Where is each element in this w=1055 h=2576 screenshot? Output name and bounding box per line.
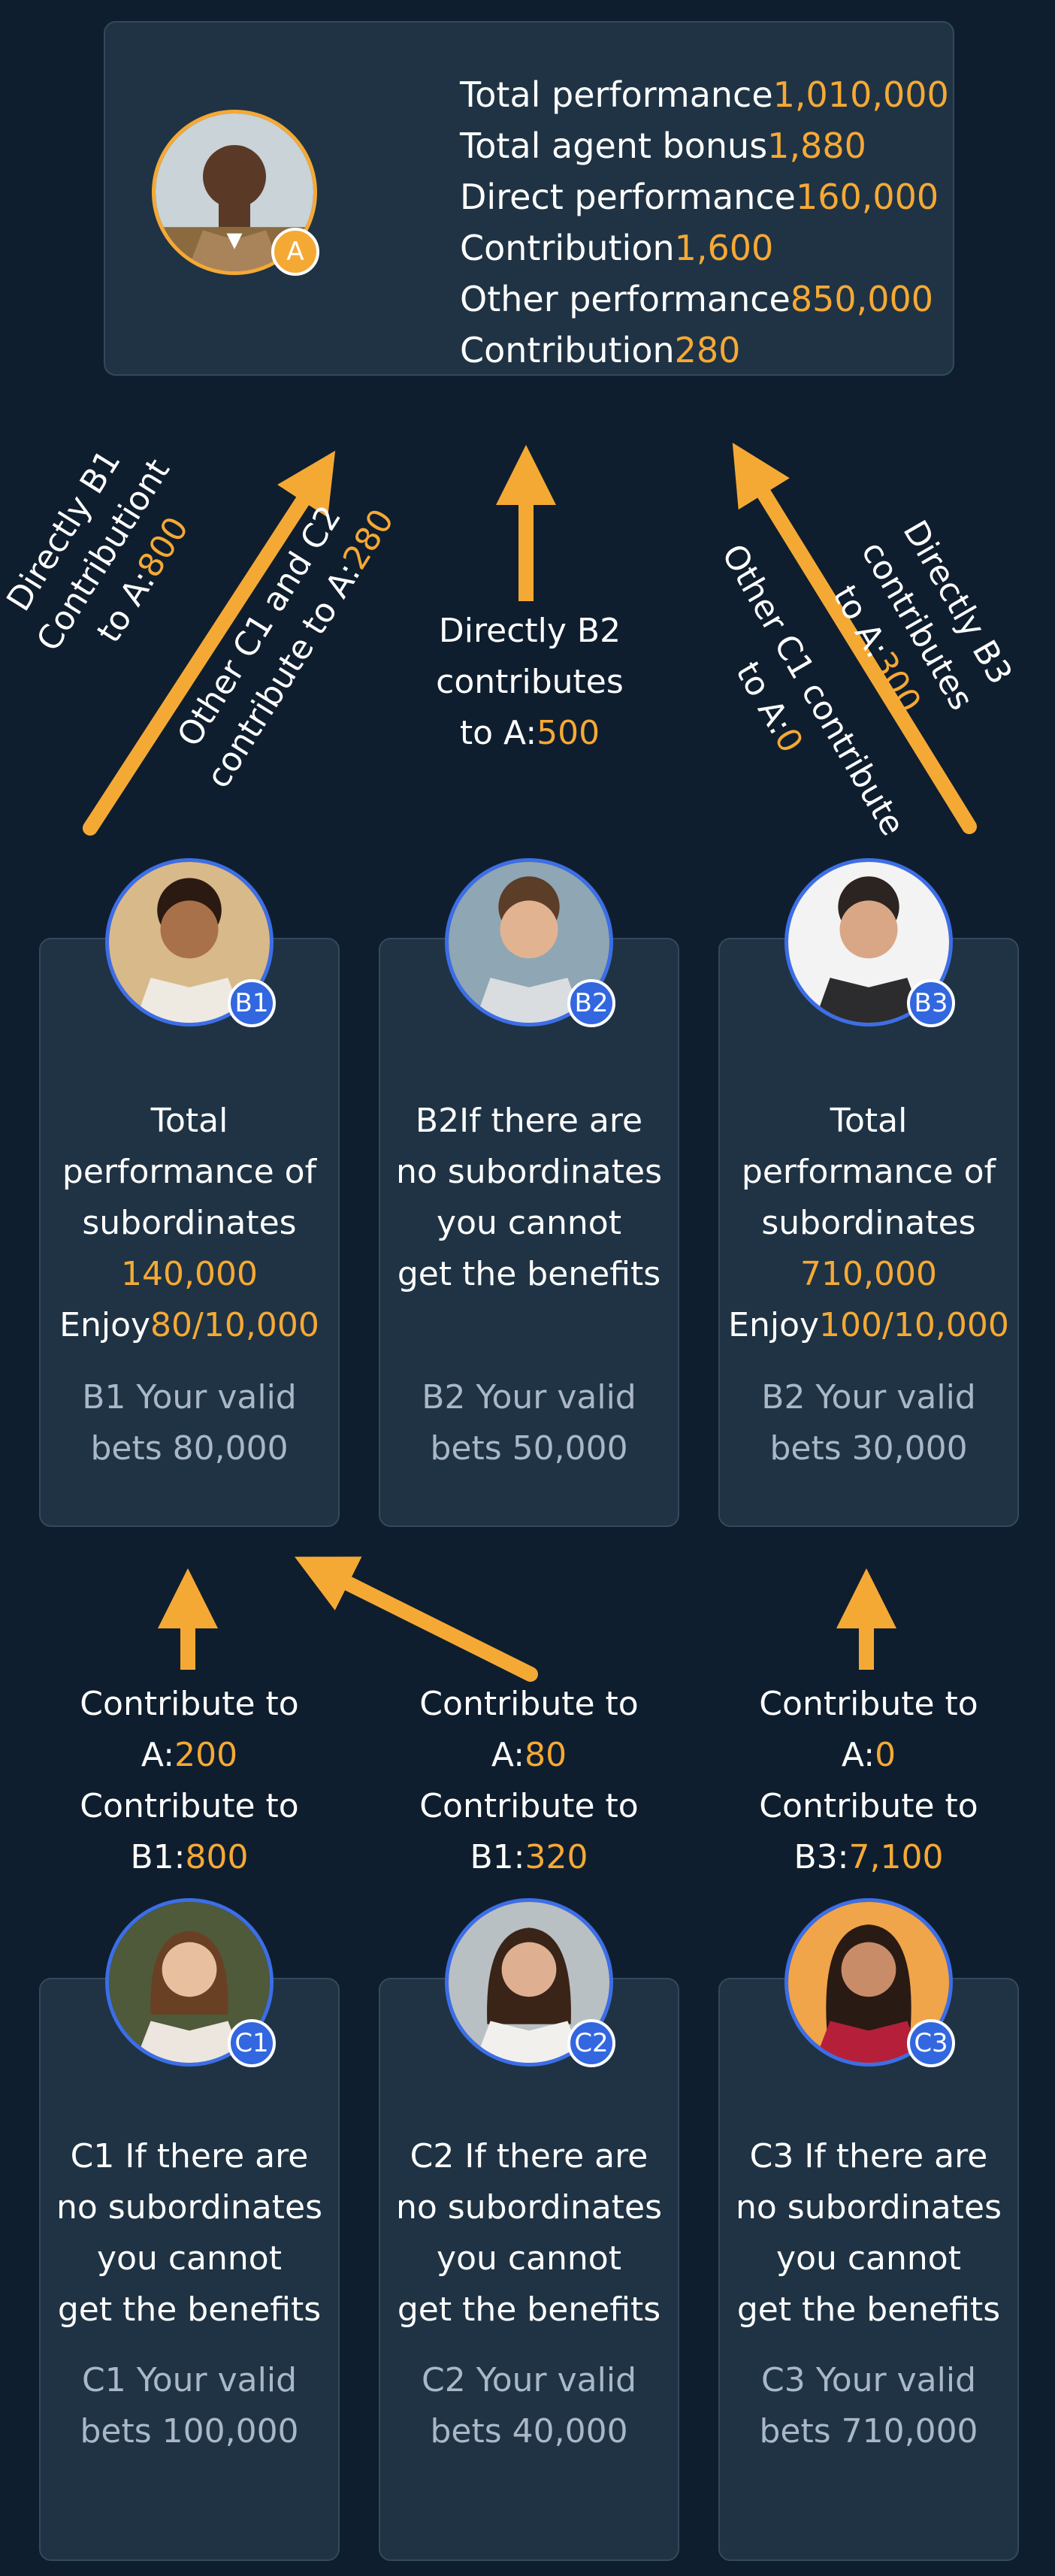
- b2-bets: B2 Your valid bets 50,000: [422, 1378, 636, 1468]
- b3-bets: B2 Your valid bets 30,000: [761, 1378, 976, 1468]
- c1-bets: C1 Your valid bets 100,000: [80, 2361, 299, 2451]
- c3-contribution: Contribute to A:0 Contribute to B3:7,100: [759, 1685, 978, 1876]
- badge-c3: C3: [907, 2019, 955, 2067]
- b2-description: B2If there are no subordinates you canno…: [395, 1102, 663, 1293]
- avatar-b3: B3: [784, 858, 955, 1027]
- c1-contribution: Contribute to A:200 Contribute to B1:800: [80, 1685, 299, 1876]
- c2-bets: C2 Your valid bets 40,000: [422, 2361, 636, 2451]
- c2-description: C2 If there are no subordinates you cann…: [395, 2137, 663, 2329]
- c3-bets: C3 Your valid bets 710,000: [759, 2361, 978, 2451]
- arrow-c2-to-b1: [295, 1556, 538, 1682]
- c3-description: C3 If there are no subordinates you cann…: [735, 2137, 1002, 2329]
- c1-description: C1 If there are no subordinates you cann…: [56, 2137, 323, 2329]
- avatar-b2: B2: [445, 858, 615, 1027]
- b3-description: Total performance of subordinates 710,00…: [728, 1102, 1009, 1344]
- badge-b1: B1: [228, 979, 276, 1027]
- b1-description: Total performance of subordinates 140,00…: [59, 1102, 319, 1344]
- badge-b2: B2: [567, 979, 615, 1027]
- avatar-c1: C1: [105, 1898, 276, 2067]
- badge-c1: C1: [228, 2019, 276, 2067]
- avatar-c2: C2: [445, 1898, 615, 2067]
- c2-contribution: Contribute to A:80 Contribute to B1:320: [419, 1685, 639, 1876]
- badge-b3: B3: [907, 979, 955, 1027]
- avatar-c3: C3: [784, 1898, 955, 2067]
- badge-c2: C2: [567, 2019, 615, 2067]
- avatar-b1: B1: [105, 858, 276, 1027]
- b1-bets: B1 Your valid bets 80,000: [82, 1378, 297, 1468]
- label-b2-direct: Directly B2 contributes to A:500: [436, 612, 624, 752]
